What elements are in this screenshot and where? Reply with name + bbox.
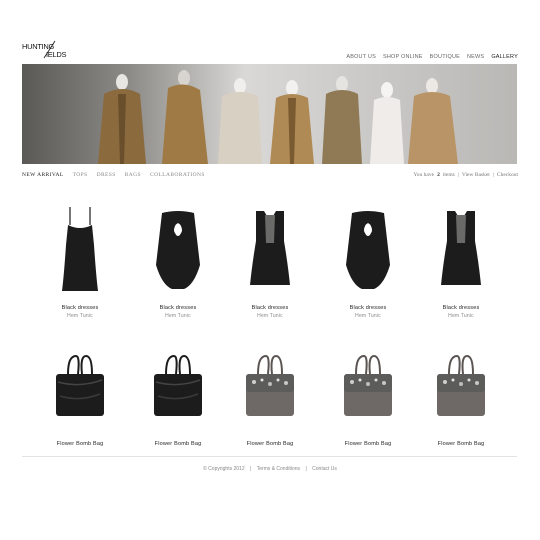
dress-image[interactable] bbox=[328, 205, 408, 297]
basket-separator: | bbox=[457, 172, 459, 178]
product-card[interactable]: Black dresses Hem Tunic bbox=[421, 205, 501, 319]
product-card[interactable]: Black dresses Hem Tunic bbox=[328, 205, 408, 319]
basket-summary: You have 2 items | View Basket | Checkou… bbox=[413, 172, 518, 178]
bag-image[interactable] bbox=[328, 341, 408, 433]
bags-row: Flower Bomb Bag Flower Bomb Bag Flower B… bbox=[22, 341, 517, 453]
product-card[interactable]: Black dresses Hem Tunic bbox=[40, 205, 120, 319]
bag-grey-icon bbox=[246, 354, 294, 416]
nav-news[interactable]: NEWS bbox=[467, 54, 484, 60]
bag-image[interactable] bbox=[40, 341, 120, 433]
product-subtitle: Hem Tunic bbox=[448, 313, 474, 319]
contact-link[interactable]: Contact Us bbox=[312, 466, 337, 472]
dress-image[interactable] bbox=[421, 205, 501, 297]
product-card[interactable]: Black dresses Hem Tunic bbox=[230, 205, 310, 319]
footer: © Copyrights 2012 | Terms & Conditions |… bbox=[0, 466, 540, 472]
product-card[interactable]: Flower Bomb Bag bbox=[230, 341, 310, 447]
dress-sheer-icon bbox=[250, 211, 290, 285]
bag-image[interactable] bbox=[230, 341, 310, 433]
nav-boutique[interactable]: BOUTIQUE bbox=[430, 54, 460, 60]
tab-tops[interactable]: TOPS bbox=[73, 172, 88, 178]
product-name[interactable]: Black dresses bbox=[138, 305, 218, 311]
copyright-text: © Copyrights 2012 bbox=[203, 466, 245, 472]
brand-logo[interactable]: HUNTING IELDS bbox=[22, 40, 82, 60]
view-basket-link[interactable]: View Basket bbox=[462, 172, 490, 178]
nav-gallery[interactable]: GALLERY bbox=[491, 54, 518, 60]
product-name[interactable]: Black dresses bbox=[230, 305, 310, 311]
dresses-row: Black dresses Hem Tunic Black dresses He… bbox=[22, 205, 517, 319]
svg-text:IELDS: IELDS bbox=[46, 50, 66, 59]
footer-separator: | bbox=[249, 466, 252, 472]
tab-new-arrival[interactable]: NEW ARRIVAL bbox=[22, 172, 64, 178]
product-name[interactable]: Flower Bomb Bag bbox=[328, 441, 408, 447]
dress-image[interactable] bbox=[138, 205, 218, 297]
dress-strap-icon bbox=[62, 207, 98, 291]
hero-banner-image bbox=[22, 64, 517, 164]
category-navigation: NEW ARRIVAL TOPS DRESS BAGS COLLABORATIO… bbox=[22, 172, 205, 178]
product-name[interactable]: Flower Bomb Bag bbox=[230, 441, 310, 447]
dress-drape-icon bbox=[156, 211, 200, 289]
bag-grey-icon bbox=[344, 354, 392, 416]
dress-image[interactable] bbox=[40, 205, 120, 297]
bag-black-icon bbox=[56, 354, 104, 416]
product-name[interactable]: Black dresses bbox=[328, 305, 408, 311]
bag-image[interactable] bbox=[421, 341, 501, 433]
checkout-link[interactable]: Checkout bbox=[497, 172, 518, 178]
product-card[interactable]: Flower Bomb Bag bbox=[40, 341, 120, 447]
dress-sheer-icon bbox=[441, 211, 481, 285]
basket-count: 2 bbox=[437, 172, 440, 178]
product-subtitle: Hem Tunic bbox=[67, 313, 93, 319]
basket-suffix: items bbox=[442, 172, 455, 178]
product-card[interactable]: Flower Bomb Bag bbox=[328, 341, 408, 447]
basket-separator: | bbox=[492, 172, 494, 178]
product-grid: Black dresses Hem Tunic Black dresses He… bbox=[22, 205, 517, 453]
footer-separator: | bbox=[305, 466, 307, 472]
product-name[interactable]: Black dresses bbox=[40, 305, 120, 311]
product-card[interactable]: Flower Bomb Bag bbox=[421, 341, 501, 447]
tab-collaborations[interactable]: COLLABORATIONS bbox=[150, 172, 205, 178]
product-card[interactable]: Black dresses Hem Tunic bbox=[138, 205, 218, 319]
terms-link[interactable]: Terms & Conditions bbox=[257, 466, 300, 472]
product-name[interactable]: Flower Bomb Bag bbox=[138, 441, 218, 447]
bag-black-icon bbox=[154, 354, 202, 416]
footer-divider bbox=[22, 456, 517, 457]
nav-about-us[interactable]: ABOUT US bbox=[346, 54, 376, 60]
product-card[interactable]: Flower Bomb Bag bbox=[138, 341, 218, 447]
product-name[interactable]: Flower Bomb Bag bbox=[40, 441, 120, 447]
top-navigation: ABOUT US SHOP ONLINE BOUTIQUE NEWS GALLE… bbox=[346, 54, 518, 60]
basket-prefix: You have bbox=[413, 172, 435, 178]
tab-bags[interactable]: BAGS bbox=[125, 172, 141, 178]
tab-dress[interactable]: DRESS bbox=[97, 172, 116, 178]
product-subtitle: Hem Tunic bbox=[165, 313, 191, 319]
product-name[interactable]: Black dresses bbox=[421, 305, 501, 311]
product-name[interactable]: Flower Bomb Bag bbox=[421, 441, 501, 447]
bag-grey-icon bbox=[437, 354, 485, 416]
product-subtitle: Hem Tunic bbox=[257, 313, 283, 319]
dress-image[interactable] bbox=[230, 205, 310, 297]
dress-drape-icon bbox=[346, 211, 390, 289]
nav-shop-online[interactable]: SHOP ONLINE bbox=[383, 54, 423, 60]
bag-image[interactable] bbox=[138, 341, 218, 433]
product-subtitle: Hem Tunic bbox=[355, 313, 381, 319]
